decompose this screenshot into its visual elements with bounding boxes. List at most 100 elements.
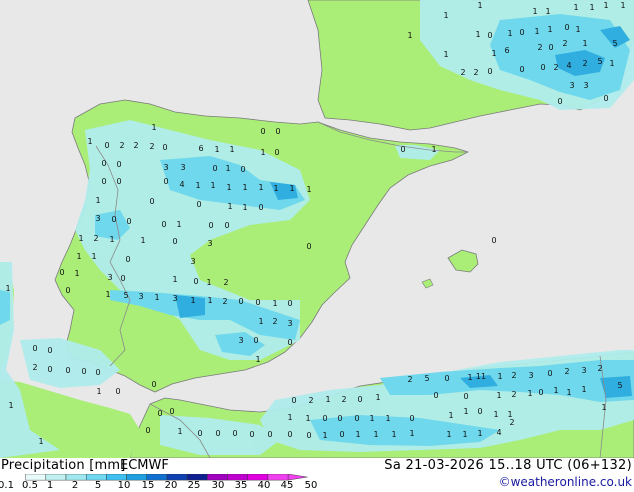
precip-value-label: 1 [105, 290, 110, 299]
precip-value-label: 4 [179, 180, 184, 189]
precip-value-label: 5 [424, 374, 429, 383]
precip-value-label: 0 [274, 148, 279, 157]
precip-value-label: 3 [190, 257, 195, 266]
precip-value-label: 3 [180, 163, 185, 172]
precip-value-label: 1 [477, 1, 482, 10]
site-credit[interactable]: ©weatheronline.co.uk [499, 475, 632, 489]
precip-value-label: 1 [532, 7, 537, 16]
precip-value-label: 0 [111, 215, 116, 224]
precip-value-label: 0 [163, 177, 168, 186]
precip-value-label: 1 [355, 430, 360, 439]
precip-value-label: 0 [547, 369, 552, 378]
precip-value-label: 3 [207, 239, 212, 248]
precip-value-label: 1 [210, 181, 215, 190]
precip-value-label: 0 [354, 414, 359, 423]
precip-value-label: 1 [477, 429, 482, 438]
precip-value-label: 0 [287, 338, 292, 347]
legend-bar: Precipitation [mm] ECMWF Sa 21-03-2026 1… [0, 458, 634, 492]
precip-value-label: 1 [373, 430, 378, 439]
precip-value-label: 0 [238, 297, 243, 306]
scale-label: 35 [234, 480, 248, 491]
precip-value-label: 0 [339, 430, 344, 439]
precip-value-label: 1 [463, 407, 468, 416]
precip-value-label: 0 [115, 387, 120, 396]
scale-label: 10 [117, 480, 131, 491]
precip-value-label: 1 [260, 148, 265, 157]
precip-value-label: 0 [65, 366, 70, 375]
scale-label: 40 [257, 480, 271, 491]
precip-value-label: 6 [504, 46, 509, 55]
color-scale-labels: 0.1 0.5 1 2 5 10 15 20 25 30 35 40 45 50 [0, 480, 340, 492]
precip-value-label: 3 [287, 319, 292, 328]
precip-value-label: 0 [557, 97, 562, 106]
precip-value-label: 1 [242, 183, 247, 192]
precip-value-label: 0 [116, 160, 121, 169]
precip-value-label: 0 [487, 31, 492, 40]
precip-value-label: 0 [603, 94, 608, 103]
precip-value-label: 0 [487, 67, 492, 76]
precip-value-label: 3 [528, 371, 533, 380]
precip-value-label: 1 [273, 184, 278, 193]
precip-value-label: 2 [509, 418, 514, 427]
precip-value-label: 2 [32, 363, 37, 372]
precip-value-label: 1 [462, 430, 467, 439]
precip-value-label: 1 [609, 59, 614, 68]
precip-value-label: 0 [232, 429, 237, 438]
precip-value-label: 1 [407, 31, 412, 40]
precip-value-label: 0 [162, 143, 167, 152]
precip-value-label: 0 [197, 429, 202, 438]
precip-value-label: 0 [322, 414, 327, 423]
precip-value-label: 2 [564, 367, 569, 376]
precip-value-label: 0 [409, 414, 414, 423]
precip-value-label: 4 [496, 428, 501, 437]
precip-value-label: 1 [601, 403, 606, 412]
precip-value-label: 1 [566, 388, 571, 397]
precip-value-label: 3 [138, 292, 143, 301]
precip-value-label: 0 [491, 236, 496, 245]
precip-value-label: 11 [476, 372, 486, 381]
precip-value-label: 1 [190, 296, 195, 305]
precip-value-label: 5 [612, 39, 617, 48]
precip-value-label: 0 [249, 430, 254, 439]
precip-value-label: 1 [527, 389, 532, 398]
precip-value-label: 0 [120, 274, 125, 283]
precip-value-label: 0 [95, 368, 100, 377]
precip-value-label: 1 [573, 3, 578, 12]
precip-value-label: 3 [163, 163, 168, 172]
precip-value-label: 5 [123, 291, 128, 300]
precip-value-label: 3 [583, 81, 588, 90]
precip-value-label: 1 [443, 50, 448, 59]
precip-value-label: 0 [59, 268, 64, 277]
precip-value-label: 1 [177, 427, 182, 436]
precip-value-label: 0 [240, 165, 245, 174]
scale-label: 1 [46, 480, 54, 491]
precip-value-label: 0 [519, 65, 524, 74]
precip-value-label: 2 [341, 395, 346, 404]
precip-value-label: 1 [589, 3, 594, 12]
precip-value-label: 2 [407, 375, 412, 384]
precip-value-label: 1 [467, 373, 472, 382]
precip-value-label: 0 [519, 28, 524, 37]
precip-value-label: 1 [255, 355, 260, 364]
precip-value-label: 3 [581, 366, 586, 375]
precip-value-label: 1 [507, 29, 512, 38]
precip-value-label: 0 [253, 336, 258, 345]
precip-value-label: 2 [223, 278, 228, 287]
precip-value-label: 0 [101, 177, 106, 186]
precip-value-label: 0 [477, 407, 482, 416]
precip-value-label: 1 [227, 202, 232, 211]
scale-label: 30 [211, 480, 225, 491]
precip-value-label: 2 [553, 63, 558, 72]
precip-value-label: 0 [337, 414, 342, 423]
precip-value-label: 1 [448, 411, 453, 420]
scale-label: 45 [280, 480, 294, 491]
precip-value-label: 2 [582, 59, 587, 68]
precip-value-label: 0 [260, 127, 265, 136]
precip-value-label: 5 [617, 381, 622, 390]
model-name: ECMWF [120, 458, 169, 473]
precip-value-label: 1 [226, 183, 231, 192]
precip-value-label: 4 [566, 61, 571, 70]
precip-value-label: 0 [161, 220, 166, 229]
precip-value-label: 1 [443, 11, 448, 20]
precip-value-label: 2 [222, 297, 227, 306]
